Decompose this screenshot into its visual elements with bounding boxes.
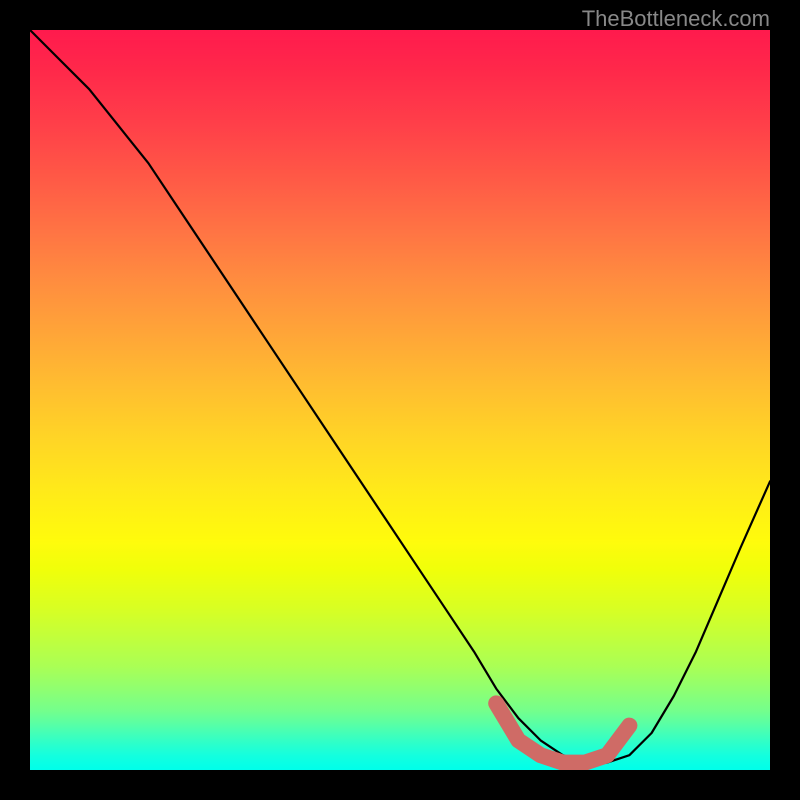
highlight-minimum-path	[496, 703, 629, 762]
plot-area	[30, 30, 770, 770]
bottleneck-curve-path	[30, 30, 770, 763]
chart-container: TheBottleneck.com	[0, 0, 800, 800]
watermark-text: TheBottleneck.com	[582, 6, 770, 32]
curve-svg	[30, 30, 770, 770]
